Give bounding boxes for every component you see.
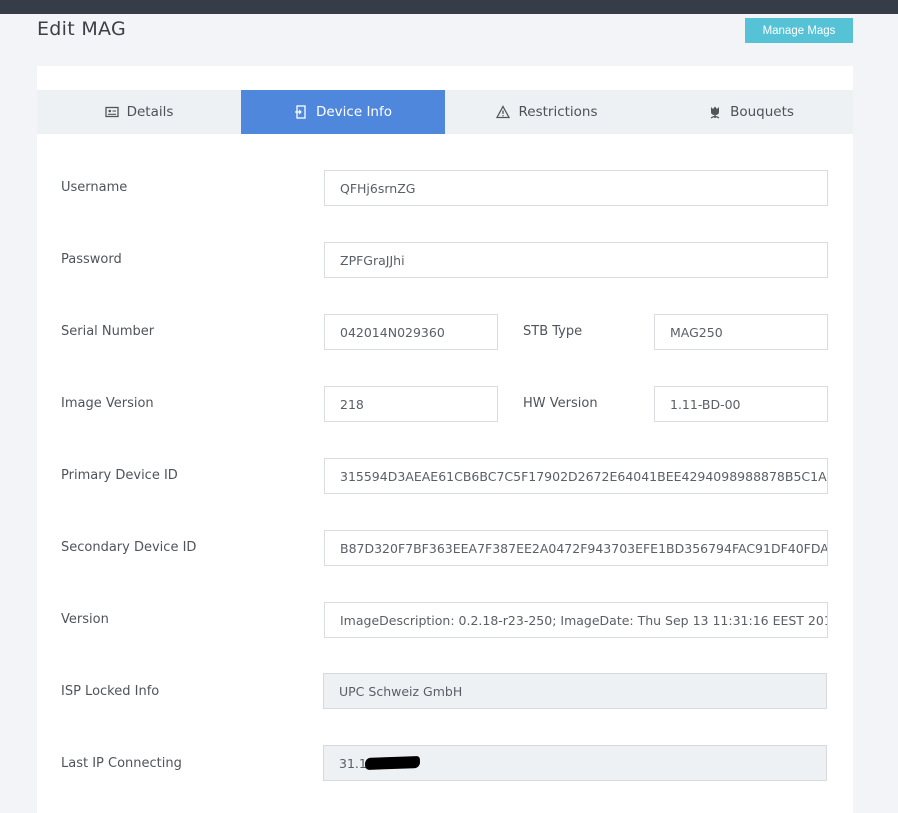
password-label: Password bbox=[61, 252, 122, 267]
tab-details[interactable]: Details bbox=[37, 90, 241, 134]
secondary-device-id-input[interactable]: B87D320F7BF363EEA7F387EE2A0472F943703EFE… bbox=[324, 530, 828, 566]
card-header bbox=[37, 66, 853, 90]
primary-device-id-input[interactable]: 315594D3AEAE61CB6BC7C5F17902D2672E64041B… bbox=[324, 458, 828, 494]
username-input[interactable]: QFHj6srnZG bbox=[324, 170, 828, 206]
manage-mags-button[interactable]: Manage Mags bbox=[745, 18, 853, 43]
tab-bouquets[interactable]: Bouquets bbox=[649, 90, 853, 134]
hw-version-input[interactable]: 1.11-BD-00 bbox=[654, 386, 828, 422]
tab-bar: Details Device Info Restrictions Bouquet… bbox=[37, 90, 853, 134]
image-version-label: Image Version bbox=[61, 396, 154, 411]
tab-bouquets-label: Bouquets bbox=[730, 104, 794, 120]
version-label: Version bbox=[61, 612, 109, 627]
isp-locked-info-field: UPC Schweiz GmbH bbox=[323, 673, 827, 709]
stb-type-label: STB Type bbox=[523, 324, 583, 339]
tab-restrictions-label: Restrictions bbox=[518, 104, 598, 120]
secondary-device-id-label: Secondary Device ID bbox=[61, 540, 197, 555]
stb-type-input[interactable]: MAG250 bbox=[654, 314, 828, 350]
serial-number-label: Serial Number bbox=[61, 324, 155, 339]
image-version-input[interactable]: 218 bbox=[324, 386, 498, 422]
last-ip-label: Last IP Connecting bbox=[61, 756, 182, 771]
redaction-mark bbox=[364, 756, 421, 770]
tab-restrictions[interactable]: Restrictions bbox=[445, 90, 649, 134]
device-icon bbox=[294, 105, 306, 119]
password-input[interactable]: ZPFGraJJhi bbox=[324, 242, 828, 278]
warning-icon bbox=[496, 105, 511, 119]
tab-details-label: Details bbox=[126, 104, 174, 120]
hw-version-label: HW Version bbox=[523, 396, 598, 411]
id-card-icon bbox=[104, 106, 119, 118]
tab-device-info-label: Device Info bbox=[315, 104, 392, 120]
tab-device-info[interactable]: Device Info bbox=[241, 90, 445, 134]
username-label: Username bbox=[61, 180, 128, 195]
version-input[interactable]: ImageDescription: 0.2.18-r23-250; ImageD… bbox=[324, 602, 828, 638]
serial-number-input[interactable]: 042014N029360 bbox=[324, 314, 498, 350]
flower-icon bbox=[710, 106, 720, 119]
isp-locked-info-label: ISP Locked Info bbox=[61, 684, 160, 699]
top-bar bbox=[0, 0, 898, 14]
page-title: Edit MAG bbox=[37, 18, 127, 40]
primary-device-id-label: Primary Device ID bbox=[61, 468, 178, 483]
